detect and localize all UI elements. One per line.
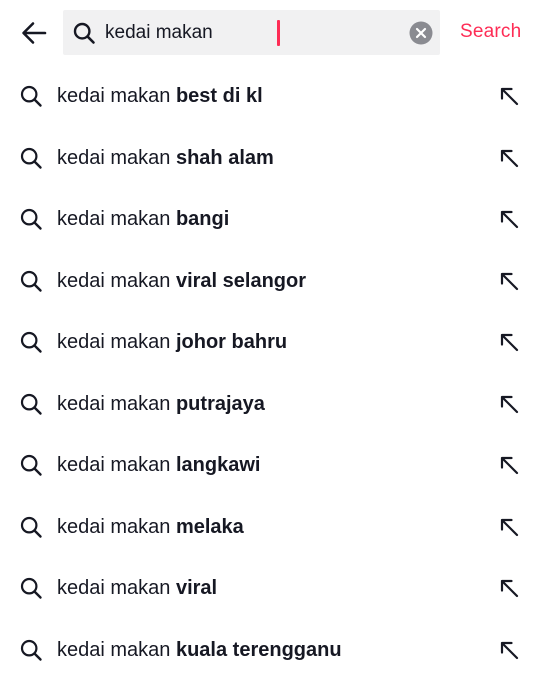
- suggestion-text: kedai makan best di kl: [57, 83, 263, 109]
- suggestion-completion: kuala terengganu: [175, 638, 342, 661]
- arrow-up-left-icon[interactable]: [497, 146, 521, 170]
- search-icon: [20, 516, 42, 538]
- suggestion-text: kedai makan johor bahru: [57, 329, 287, 355]
- arrow-up-left-icon[interactable]: [497, 207, 521, 231]
- suggestion-item[interactable]: kedai makan putrajaya: [0, 373, 540, 435]
- search-icon: [73, 22, 95, 44]
- search-box[interactable]: [63, 10, 440, 55]
- suggestion-item[interactable]: kedai makan johor bahru: [0, 311, 540, 373]
- suggestion-completion: viral: [175, 577, 218, 599]
- search-button[interactable]: Search: [460, 20, 521, 44]
- arrow-up-left-icon[interactable]: [497, 330, 521, 354]
- clear-circle-icon[interactable]: [409, 21, 433, 45]
- suggestion-query: kedai makan: [57, 331, 171, 353]
- suggestion-text: kedai makan putrajaya: [57, 391, 265, 417]
- back-button[interactable]: [16, 15, 52, 51]
- suggestion-query: kedai makan: [57, 146, 171, 169]
- suggestion-completion: johor bahru: [175, 331, 288, 353]
- suggestion-query: kedai makan: [57, 392, 171, 415]
- suggestion-completion: shah alam: [175, 146, 274, 169]
- suggestion-query: kedai makan: [57, 454, 171, 476]
- search-icon: [20, 147, 42, 169]
- suggestion-query: kedai makan: [57, 515, 171, 538]
- suggestion-text: kedai makan melaka: [57, 514, 244, 540]
- suggestion-text: kedai makan viral: [57, 575, 217, 601]
- search-icon: [20, 85, 42, 107]
- suggestion-text: kedai makan bangi: [57, 206, 229, 232]
- arrow-up-left-icon[interactable]: [497, 84, 521, 108]
- search-icon: [20, 639, 42, 661]
- suggestion-completion: putrajaya: [175, 392, 265, 415]
- arrow-up-left-icon[interactable]: [497, 392, 521, 416]
- arrow-up-left-icon[interactable]: [497, 269, 521, 293]
- suggestion-list: kedai makan best di kl kedai makan shah …: [0, 65, 540, 680]
- suggestion-item[interactable]: kedai makan viral selangor: [0, 250, 540, 312]
- arrow-up-left-icon[interactable]: [497, 576, 521, 600]
- suggestion-text: kedai makan kuala terengganu: [57, 637, 342, 663]
- suggestion-item[interactable]: kedai makan langkawi: [0, 434, 540, 496]
- suggestion-completion: bangi: [175, 208, 230, 230]
- suggestion-query: kedai makan: [57, 85, 171, 107]
- search-icon: [20, 454, 42, 476]
- suggestion-text: kedai makan shah alam: [57, 145, 274, 171]
- suggestion-item[interactable]: kedai makan kuala terengganu: [0, 619, 540, 681]
- suggestion-query: kedai makan: [57, 208, 171, 230]
- suggestion-query: kedai makan: [57, 269, 171, 292]
- suggestion-query: kedai makan: [57, 638, 171, 661]
- search-icon: [20, 393, 42, 415]
- suggestion-text: kedai makan langkawi: [57, 452, 260, 478]
- suggestion-item[interactable]: kedai makan shah alam: [0, 127, 540, 189]
- suggestion-completion: melaka: [175, 515, 244, 538]
- search-icon: [20, 208, 42, 230]
- search-icon: [20, 331, 42, 353]
- suggestion-item[interactable]: kedai makan melaka: [0, 496, 540, 558]
- suggestion-completion: viral selangor: [175, 269, 307, 292]
- suggestion-item[interactable]: kedai makan bangi: [0, 188, 540, 250]
- suggestion-query: kedai makan: [57, 577, 171, 599]
- search-icon: [20, 577, 42, 599]
- arrow-left-icon: [22, 22, 47, 44]
- arrow-up-left-icon[interactable]: [497, 638, 521, 662]
- arrow-up-left-icon[interactable]: [497, 515, 521, 539]
- search-icon: [20, 270, 42, 292]
- suggestion-item[interactable]: kedai makan best di kl: [0, 65, 540, 127]
- suggestion-item[interactable]: kedai makan viral: [0, 557, 540, 619]
- top-bar: Search: [0, 0, 540, 66]
- text-cursor: [277, 20, 280, 46]
- arrow-up-left-icon[interactable]: [497, 453, 521, 477]
- suggestion-completion: best di kl: [175, 85, 263, 107]
- search-input[interactable]: [105, 16, 395, 49]
- suggestion-text: kedai makan viral selangor: [57, 268, 306, 294]
- suggestion-completion: langkawi: [175, 454, 261, 476]
